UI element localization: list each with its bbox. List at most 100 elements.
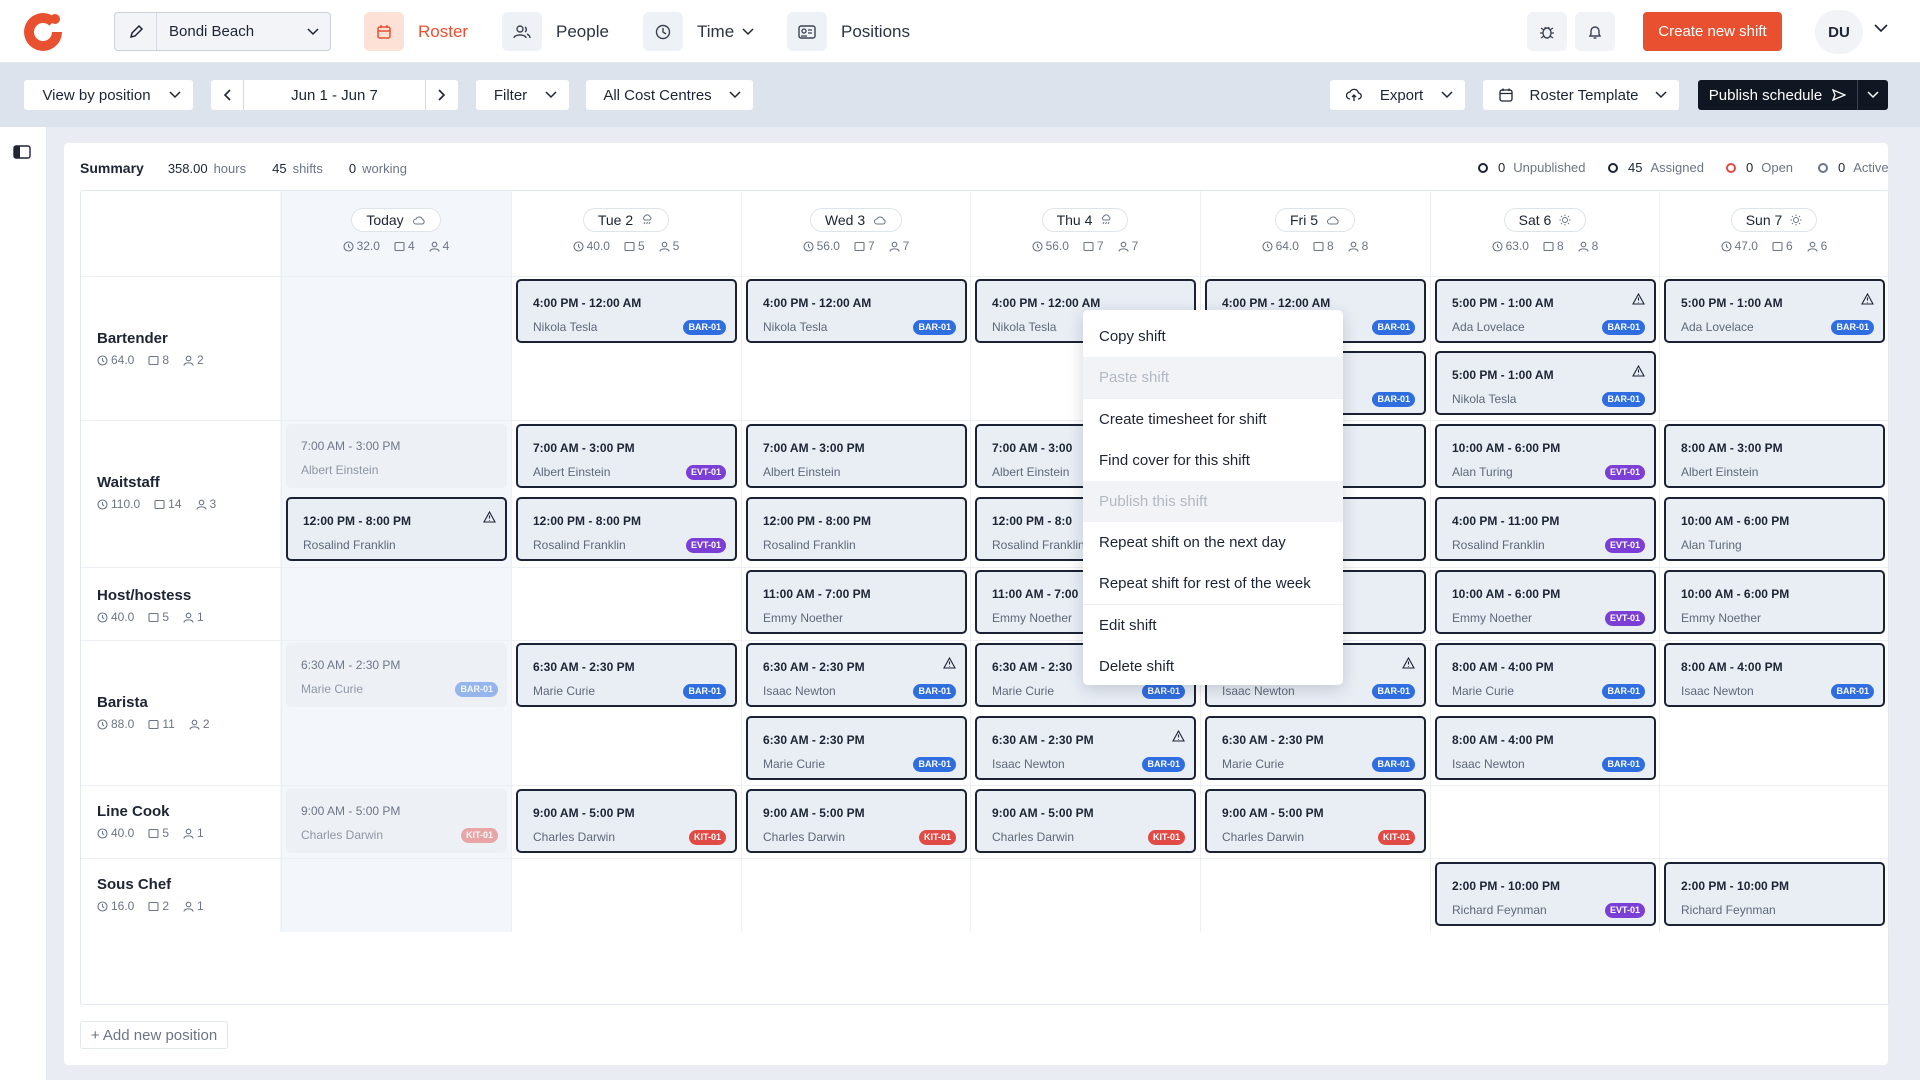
- create-shift-button[interactable]: Create new shift: [1643, 12, 1782, 51]
- shift-card[interactable]: 9:00 AM - 5:00 PM Charles Darwin KIT-01: [746, 789, 967, 853]
- day-header[interactable]: Fri 5 64.0 8 8: [1200, 208, 1430, 253]
- shift-card[interactable]: 6:30 AM - 2:30 PM Marie Curie BAR-01: [286, 643, 507, 707]
- day-header[interactable]: Thu 4 56.0 7 7: [970, 208, 1200, 253]
- status-open[interactable]: 0 Open: [1726, 160, 1793, 175]
- shift-card[interactable]: 9:00 AM - 5:00 PM Charles Darwin KIT-01: [516, 789, 737, 853]
- chevron-down-icon: [1655, 91, 1667, 99]
- shift-employee: Isaac Newton: [763, 684, 836, 698]
- filter-dropdown[interactable]: Filter: [476, 80, 569, 110]
- shift-card[interactable]: 12:00 PM - 8:00 PM Rosalind Franklin: [286, 497, 507, 561]
- shift-card[interactable]: 6:30 AM - 2:30 PM Marie Curie BAR-01: [1205, 716, 1426, 780]
- nav-people[interactable]: People: [502, 12, 609, 51]
- shift-card[interactable]: 6:30 AM - 2:30 PM Isaac Newton BAR-01: [746, 643, 967, 707]
- shift-employee: Marie Curie: [763, 757, 826, 771]
- shift-card[interactable]: 7:00 AM - 3:00 PM Albert Einstein: [746, 424, 967, 488]
- shift-employee: Emmy Noether: [1681, 611, 1762, 625]
- shift-card[interactable]: 9:00 AM - 5:00 PM Charles Darwin KIT-01: [975, 789, 1196, 853]
- shift-card[interactable]: 8:00 AM - 4:00 PM Isaac Newton BAR-01: [1664, 643, 1885, 707]
- shift-time: 7:00 AM - 3:00 PM: [763, 441, 865, 455]
- summary-shifts: 45: [272, 160, 287, 176]
- shift-card[interactable]: 12:00 PM - 8:00 PM Rosalind Franklin EVT-0…: [516, 497, 737, 561]
- day-shifts: 8: [1543, 239, 1564, 253]
- status-active[interactable]: 0 Active: [1818, 160, 1889, 175]
- day-label-pill[interactable]: Wed 3: [809, 208, 903, 232]
- shift-card[interactable]: 6:30 AM - 2:30 PM Isaac Newton BAR-01: [975, 716, 1196, 780]
- prev-week-button[interactable]: [211, 80, 244, 110]
- export-dropdown[interactable]: Export: [1330, 80, 1465, 110]
- menu-edit-shift[interactable]: Edit shift: [1083, 605, 1343, 646]
- shift-card[interactable]: 4:00 PM - 12:00 AM Nikola Tesla BAR-01: [746, 279, 967, 343]
- shift-card[interactable]: 7:00 AM - 3:00 PM Albert Einstein: [286, 424, 507, 488]
- sidebar-toggle-icon[interactable]: [13, 145, 31, 159]
- day-header[interactable]: Wed 3 56.0 7 7: [741, 208, 971, 253]
- add-position-button[interactable]: + Add new position: [80, 1021, 228, 1049]
- menu-create-timesheet[interactable]: Create timesheet for shift: [1083, 399, 1343, 440]
- clock-icon: [1721, 240, 1732, 252]
- day-header[interactable]: Sat 6 63.0 8 8: [1430, 208, 1660, 253]
- chevron-down-icon[interactable]: [1874, 24, 1888, 33]
- day-label-pill[interactable]: Sat 6: [1503, 208, 1587, 232]
- day-header[interactable]: Sun 7 47.0 6 6: [1659, 208, 1889, 253]
- menu-find-cover[interactable]: Find cover for this shift: [1083, 440, 1343, 481]
- publish-schedule-button[interactable]: Publish schedule: [1698, 80, 1858, 110]
- shift-card[interactable]: 2:00 PM - 10:00 PM Richard Feynman EVT-01: [1435, 862, 1656, 926]
- shift-card[interactable]: 4:00 PM - 12:00 AM Nikola Tesla BAR-01: [516, 279, 737, 343]
- shift-card[interactable]: 6:30 AM - 2:30 PM Marie Curie BAR-01: [516, 643, 737, 707]
- position-shifts-value: 11: [162, 717, 175, 731]
- shift-card[interactable]: 8:00 AM - 4:00 PM Marie Curie BAR-01: [1435, 643, 1656, 707]
- shift-card[interactable]: 10:00 AM - 6:00 PM Emmy Noether EVT-01: [1435, 570, 1656, 634]
- shift-employee: Marie Curie: [1452, 684, 1515, 698]
- chevron-left-icon: [223, 89, 231, 101]
- shift-card[interactable]: 5:00 PM - 1:00 AM Nikola Tesla BAR-01: [1435, 351, 1656, 415]
- bell-icon[interactable]: [1575, 12, 1615, 51]
- day-header[interactable]: Today 32.0 4 4: [281, 208, 511, 253]
- day-label-pill[interactable]: Tue 2: [582, 208, 670, 232]
- nav-positions[interactable]: Positions: [787, 12, 910, 51]
- publish-schedule-split: Publish schedule: [1698, 80, 1888, 110]
- app-logo[interactable]: [22, 9, 66, 55]
- calendar-icon: [1499, 88, 1513, 102]
- day-shifts: 8: [1313, 239, 1334, 253]
- position-people: 3: [195, 497, 216, 511]
- shift-card[interactable]: 4:00 PM - 11:00 PM Rosalind Franklin EVT-0…: [1435, 497, 1656, 561]
- position-shifts: 11: [148, 717, 175, 731]
- shift-card[interactable]: 9:00 AM - 5:00 PM Charles Darwin KIT-01: [286, 789, 507, 853]
- shift-card[interactable]: 10:00 AM - 6:00 PM Emmy Noether: [1664, 570, 1885, 634]
- shift-card[interactable]: 7:00 AM - 3:00 PM Albert Einstein EVT-01: [516, 424, 737, 488]
- shift-card[interactable]: 8:00 AM - 4:00 PM Isaac Newton BAR-01: [1435, 716, 1656, 780]
- status-unpublished[interactable]: 0 Unpublished: [1478, 160, 1586, 175]
- shift-card[interactable]: 10:00 AM - 6:00 PM Alan Turing EVT-01: [1435, 424, 1656, 488]
- view-selector[interactable]: View by position: [24, 80, 193, 110]
- avatar[interactable]: DU: [1815, 10, 1863, 54]
- menu-repeat-week[interactable]: Repeat shift for rest of the week: [1083, 563, 1343, 604]
- shift-card[interactable]: 2:00 PM - 10:00 PM Richard Feynman: [1664, 862, 1885, 926]
- shift-card[interactable]: 5:00 PM - 1:00 AM Ada Lovelace BAR-01: [1664, 279, 1885, 343]
- cost-centre-dropdown[interactable]: All Cost Centres: [586, 80, 753, 110]
- day-label-pill[interactable]: Fri 5: [1275, 208, 1355, 232]
- nav-roster[interactable]: Roster: [364, 12, 468, 51]
- shift-card[interactable]: 6:30 AM - 2:30 PM Marie Curie BAR-01: [746, 716, 967, 780]
- publish-options-button[interactable]: [1858, 80, 1888, 110]
- day-label-pill[interactable]: Sun 7: [1730, 208, 1818, 232]
- shift-card[interactable]: 9:00 AM - 5:00 PM Charles Darwin KIT-01: [1205, 789, 1426, 853]
- day-label-pill[interactable]: Today: [351, 208, 441, 232]
- bug-icon[interactable]: [1527, 12, 1567, 51]
- shift-card[interactable]: 8:00 AM - 3:00 PM Albert Einstein: [1664, 424, 1885, 488]
- status-count: 0: [1746, 160, 1754, 175]
- shift-card[interactable]: 10:00 AM - 6:00 PM Alan Turing: [1664, 497, 1885, 561]
- clock-icon: [573, 240, 584, 252]
- day-label-pill[interactable]: Thu 4: [1041, 208, 1129, 232]
- shift-card[interactable]: 5:00 PM - 1:00 AM Ada Lovelace BAR-01: [1435, 279, 1656, 343]
- date-range-label[interactable]: Jun 1 - Jun 7: [244, 80, 425, 110]
- day-header[interactable]: Tue 2 40.0 5 5: [511, 208, 741, 253]
- menu-repeat-next-day[interactable]: Repeat shift on the next day: [1083, 522, 1343, 563]
- menu-delete-shift[interactable]: Delete shift: [1083, 646, 1343, 687]
- status-assigned[interactable]: 45 Assigned: [1608, 160, 1704, 175]
- menu-copy-shift[interactable]: Copy shift: [1083, 316, 1343, 357]
- shift-card[interactable]: 12:00 PM - 8:00 PM Rosalind Franklin: [746, 497, 967, 561]
- shift-card[interactable]: 11:00 AM - 7:00 PM Emmy Noether: [746, 570, 967, 634]
- next-week-button[interactable]: [425, 80, 458, 110]
- nav-time[interactable]: Time: [643, 12, 754, 51]
- location-selector[interactable]: Bondi Beach: [114, 12, 331, 51]
- roster-template-dropdown[interactable]: Roster Template: [1483, 80, 1679, 110]
